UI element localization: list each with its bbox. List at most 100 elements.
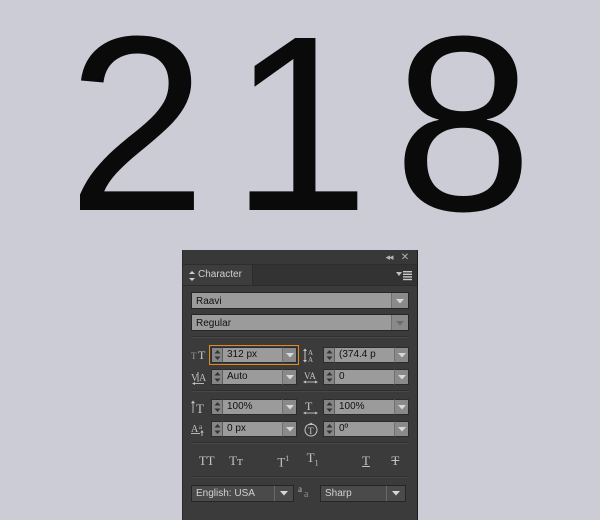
kerning-cell: V A Auto	[191, 368, 297, 386]
metric-row: V A Auto VA 0	[191, 368, 409, 386]
svg-text:a: a	[304, 489, 309, 498]
svg-text:a: a	[199, 423, 203, 431]
horizontal-scale-cell: T 100%	[303, 398, 409, 416]
metric-row: T 100% T 100%	[191, 398, 409, 416]
text-rotation-field[interactable]: 0º	[323, 421, 409, 437]
font-family-combo[interactable]: Raavi	[191, 292, 409, 309]
chevron-down-icon[interactable]	[391, 293, 408, 308]
language-value[interactable]: English: USA	[192, 485, 274, 501]
tab-character[interactable]: Character	[183, 265, 253, 285]
leading-value[interactable]: (374.4 p	[334, 347, 394, 363]
bottom-row: English: USA a a Sharp	[191, 484, 409, 502]
leading-field[interactable]: (374.4 p	[323, 347, 409, 363]
superscript-button[interactable]: T1	[272, 448, 295, 473]
text-rotation-value[interactable]: 0º	[334, 421, 394, 437]
text-rotation-stepper[interactable]	[323, 421, 334, 437]
subscript-button[interactable]: T1	[301, 447, 324, 475]
vertical-scale-stepper[interactable]	[211, 399, 222, 415]
style-buttons-row: TT Tᴛ T1 T1 T T	[191, 450, 409, 472]
character-panel: ◂◂ ✕ Character Raavi Regular T T 312 px …	[182, 250, 418, 520]
tracking-value[interactable]: 0	[334, 369, 394, 385]
leading-icon: A A	[303, 346, 323, 364]
chevron-down-icon[interactable]	[282, 347, 297, 363]
font-size-icon: T T	[191, 346, 211, 364]
anti-alias-combo[interactable]: Sharp	[320, 484, 406, 502]
vertical-scale-field[interactable]: 100%	[211, 399, 297, 415]
metrics-grid: T T 312 px A A (374.4 p V A Auto VA 0 T …	[191, 344, 409, 438]
kerning-field[interactable]: Auto	[211, 369, 297, 385]
font-style-row: Regular	[191, 314, 409, 331]
tab-character-label: Character	[198, 269, 242, 280]
svg-text:T: T	[191, 351, 197, 361]
chevron-down-icon[interactable]	[282, 399, 297, 415]
horizontal-scale-stepper[interactable]	[323, 399, 334, 415]
close-icon[interactable]: ✕	[399, 252, 411, 263]
chevron-down-icon[interactable]	[274, 485, 293, 501]
faux-italic-button[interactable]: Tᴛ	[224, 450, 247, 472]
divider	[191, 390, 409, 392]
font-style-value[interactable]: Regular	[192, 315, 391, 330]
svg-text:T: T	[198, 348, 206, 362]
canvas-text: 218	[67, 0, 557, 263]
strikethrough-glyph: T	[391, 453, 400, 468]
panel-menu-icon[interactable]	[396, 270, 412, 281]
subscript-marker: 1	[314, 458, 319, 468]
svg-text:VA: VA	[304, 371, 316, 381]
leading-cell: A A (374.4 p	[303, 346, 409, 364]
strikethrough-button[interactable]: T	[384, 450, 407, 472]
horizontal-scale-icon: T	[303, 398, 323, 416]
baseline-shift-icon: A a	[191, 420, 211, 438]
panel-titlebar: ◂◂ ✕	[183, 250, 417, 265]
metric-row: T T 312 px A A (374.4 p	[191, 345, 409, 365]
anti-alias-value[interactable]: Sharp	[321, 485, 386, 501]
underline-glyph: T	[362, 453, 370, 468]
chevron-down-icon[interactable]	[391, 315, 408, 330]
chevron-down-icon[interactable]	[394, 421, 409, 437]
horizontal-scale-value[interactable]: 100%	[334, 399, 394, 415]
text-rotation-cell: T 0º	[303, 420, 409, 438]
baseline-shift-stepper[interactable]	[211, 421, 222, 437]
font-style-combo[interactable]: Regular	[191, 314, 409, 331]
collapse-to-icons-icon[interactable]: ◂◂	[383, 252, 395, 263]
text-rotation-icon: T	[303, 420, 323, 438]
language-combo[interactable]: English: USA	[191, 484, 294, 502]
horizontal-scale-field[interactable]: 100%	[323, 399, 409, 415]
chevron-down-icon[interactable]	[394, 399, 409, 415]
kerning-value[interactable]: Auto	[222, 369, 282, 385]
chevron-down-icon[interactable]	[282, 421, 297, 437]
kerning-icon: V A	[191, 368, 211, 386]
svg-text:A: A	[199, 373, 207, 384]
font-family-row: Raavi	[191, 292, 409, 309]
svg-text:a: a	[298, 484, 302, 494]
font-size-cell: T T 312 px	[191, 345, 299, 365]
underline-button[interactable]: T	[354, 450, 377, 472]
vertical-scale-cell: T 100%	[191, 398, 297, 416]
svg-text:T: T	[305, 400, 313, 413]
anti-alias-icon: a a	[294, 484, 320, 502]
panel-tabstrip: Character	[183, 265, 417, 286]
chevron-down-icon[interactable]	[394, 347, 409, 363]
chevron-down-icon[interactable]	[394, 369, 409, 385]
baseline-shift-cell: A a 0 px	[191, 420, 297, 438]
font-size-field[interactable]: 312 px	[209, 345, 299, 365]
tracking-stepper[interactable]	[323, 369, 334, 385]
font-family-value[interactable]: Raavi	[192, 293, 391, 308]
font-size-stepper[interactable]	[211, 347, 222, 363]
svg-text:T: T	[196, 401, 204, 415]
faux-bold-button[interactable]: TT	[195, 450, 218, 472]
vertical-scale-value[interactable]: 100%	[222, 399, 282, 415]
font-size-value[interactable]: 312 px	[222, 347, 282, 363]
tracking-field[interactable]: 0	[323, 369, 409, 385]
diamond-toggle-icon[interactable]	[189, 271, 195, 281]
tracking-icon: VA	[303, 368, 323, 386]
baseline-shift-value[interactable]: 0 px	[222, 421, 282, 437]
leading-stepper[interactable]	[323, 347, 334, 363]
kerning-stepper[interactable]	[211, 369, 222, 385]
baseline-shift-field[interactable]: 0 px	[211, 421, 297, 437]
chevron-down-icon[interactable]	[282, 369, 297, 385]
divider	[191, 476, 409, 478]
divider	[191, 442, 409, 444]
panel-body: Raavi Regular T T 312 px A A (374.4 p V …	[183, 286, 417, 502]
vertical-scale-icon: T	[191, 398, 211, 416]
chevron-down-icon[interactable]	[386, 485, 405, 501]
